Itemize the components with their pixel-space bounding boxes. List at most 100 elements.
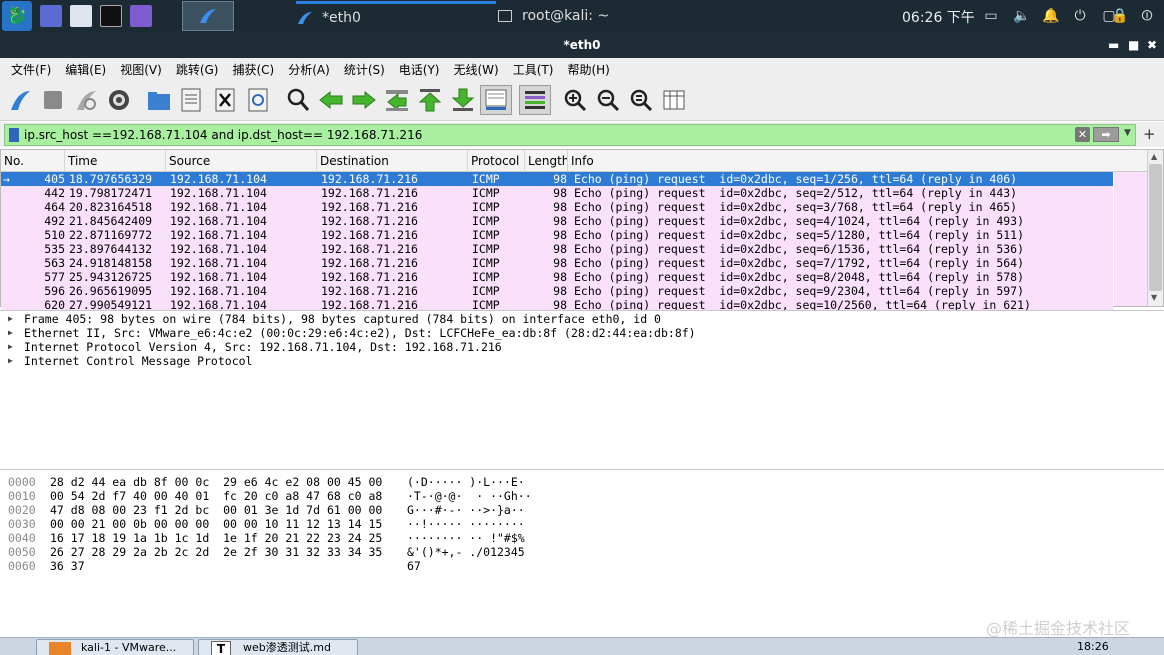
- packet-row[interactable]: 577 25.943126725 192.168.71.104 192.168.71.…: [1, 270, 1113, 284]
- expand-triangle-icon[interactable]: ▶: [8, 326, 13, 340]
- cell-time: 24.918148158: [69, 256, 153, 270]
- hex-row[interactable]: 0010 00 54 2d f7 40 00 40 01 fc 20 c0 a8 …: [0, 489, 600, 503]
- cell-time: 26.965619095: [69, 284, 153, 298]
- scroll-up-icon[interactable]: ▲: [1151, 152, 1157, 161]
- kali-menu-icon[interactable]: 🐉: [2, 1, 32, 31]
- save-file-icon[interactable]: [178, 87, 204, 113]
- open-file-icon[interactable]: [146, 87, 172, 113]
- column-info[interactable]: Info: [568, 150, 1151, 172]
- file-manager-icon[interactable]: [70, 5, 92, 27]
- hex-off: 0050: [8, 545, 36, 559]
- column-source[interactable]: Source: [166, 150, 317, 172]
- zoom-in-icon[interactable]: [562, 87, 588, 113]
- minimize-button[interactable]: ▬: [1108, 32, 1119, 58]
- start-capture-icon[interactable]: [7, 87, 33, 113]
- reload-file-icon[interactable]: [245, 87, 271, 113]
- hex-row[interactable]: 0020 47 d8 08 00 23 f1 2d bc 00 01 3e 1d …: [0, 503, 600, 517]
- menu-wireless[interactable]: 无线(W): [447, 61, 506, 78]
- column-length[interactable]: Length: [525, 150, 568, 172]
- find-packet-icon[interactable]: [285, 87, 311, 113]
- menu-capture[interactable]: 捕获(C): [225, 61, 281, 78]
- expand-triangle-icon[interactable]: ▶: [8, 312, 13, 326]
- wireshark-launcher-icon[interactable]: [182, 1, 234, 31]
- packet-list-scroll-thumb[interactable]: [1149, 164, 1162, 291]
- column-protocol[interactable]: Protocol: [468, 150, 525, 172]
- screen-capture-icon[interactable]: [130, 5, 152, 27]
- add-filter-button[interactable]: +: [1143, 125, 1156, 143]
- hex-row[interactable]: 0000 28 d2 44 ea db 8f 00 0c 29 e6 4c e2 …: [0, 475, 600, 489]
- host-task-vmware[interactable]: kali-1 - VMware...: [36, 639, 194, 655]
- menu-statistics[interactable]: 统计(S): [337, 61, 392, 78]
- capture-options-icon[interactable]: [106, 87, 132, 113]
- menu-tools[interactable]: 工具(T): [506, 61, 561, 78]
- zoom-out-icon[interactable]: [595, 87, 621, 113]
- packet-row[interactable]: 535 23.897644132 192.168.71.104 192.168.71.…: [1, 242, 1113, 256]
- apply-filter-icon[interactable]: ➡: [1093, 127, 1119, 142]
- stop-capture-icon[interactable]: [40, 87, 66, 113]
- packet-row-selected[interactable]: → 405 18.797656329 192.168.71.104 192.168.71…: [1, 172, 1113, 186]
- hex-hex: 28 d2 44 ea db 8f 00 0c 29 e6 4c e2 08 0…: [50, 475, 383, 489]
- clear-filter-icon[interactable]: ✕: [1075, 127, 1090, 142]
- go-forward-icon[interactable]: [351, 87, 377, 113]
- host-clock[interactable]: 18:26: [1077, 640, 1109, 653]
- packet-row[interactable]: 596 26.965619095 192.168.71.104 192.168.71.…: [1, 284, 1113, 298]
- menu-analyze[interactable]: 分析(A): [281, 61, 337, 78]
- task-wireshark[interactable]: *eth0: [296, 1, 496, 31]
- lock-icon[interactable]: 🔒: [1111, 8, 1128, 24]
- menu-view[interactable]: 视图(V): [113, 61, 169, 78]
- panel-clock[interactable]: 06:26 下午: [902, 7, 975, 27]
- scroll-down-icon[interactable]: ▼: [1151, 293, 1157, 302]
- display-filter-text[interactable]: ip.src_host ==192.168.71.104 and ip.dst_…: [24, 128, 422, 142]
- hex-row[interactable]: 0050 26 27 28 29 2a 2b 2c 2d 2e 2f 30 31 …: [0, 545, 600, 559]
- menu-help[interactable]: 帮助(H): [560, 61, 616, 78]
- column-time[interactable]: Time: [65, 150, 166, 172]
- terminal-icon[interactable]: [100, 5, 122, 27]
- expand-triangle-icon[interactable]: ▶: [8, 354, 13, 368]
- packet-details-pane: ▶ Frame 405: 98 bytes on wire (784 bits),…: [0, 310, 1164, 470]
- cell-info: Echo (ping) request id=0x2dbc, seq=6/153…: [574, 242, 1025, 256]
- go-first-icon[interactable]: [417, 87, 443, 113]
- terminal-small-icon: [498, 10, 512, 22]
- hex-row[interactable]: 0040 16 17 18 19 1a 1b 1c 1d 1e 1f 20 21 …: [0, 531, 600, 545]
- maximize-button[interactable]: ■: [1128, 32, 1139, 58]
- menu-go[interactable]: 跳转(G): [169, 61, 226, 78]
- notification-bell-icon[interactable]: 🔔: [1042, 8, 1059, 24]
- menu-edit[interactable]: 编辑(E): [58, 61, 113, 78]
- bookmark-icon[interactable]: [9, 128, 19, 142]
- packet-list-scrollbar[interactable]: ▲ ▼: [1147, 150, 1163, 306]
- logout-icon[interactable]: ⏼: [1139, 8, 1155, 24]
- task-terminal[interactable]: root@kali: ~: [498, 1, 698, 31]
- column-destination[interactable]: Destination: [317, 150, 468, 172]
- colorize-icon[interactable]: [519, 85, 551, 115]
- auto-scroll-icon[interactable]: [480, 85, 512, 115]
- filter-history-chevron-down-icon[interactable]: ▼: [1124, 128, 1131, 138]
- hex-row[interactable]: 0060 36 37 67: [0, 559, 600, 573]
- packet-row[interactable]: 492 21.845642409 192.168.71.104 192.168.71.…: [1, 214, 1113, 228]
- power-manager-icon[interactable]: ⏻: [1072, 8, 1088, 24]
- desktop-icon[interactable]: [40, 5, 62, 27]
- go-back-icon[interactable]: [318, 87, 344, 113]
- volume-icon[interactable]: 🔈: [1013, 8, 1030, 24]
- go-to-packet-icon[interactable]: [384, 87, 410, 113]
- packet-row[interactable]: 464 20.823164518 192.168.71.104 192.168.71.…: [1, 200, 1113, 214]
- restart-capture-icon[interactable]: [73, 87, 99, 113]
- hex-row[interactable]: 0030 00 00 21 00 0b 00 00 00 00 00 10 11 …: [0, 517, 600, 531]
- packet-row[interactable]: 510 22.871169772 192.168.71.104 192.168.71.…: [1, 228, 1113, 242]
- column-no[interactable]: No.: [1, 150, 65, 172]
- resize-columns-icon[interactable]: [661, 87, 687, 113]
- display-icon[interactable]: ▭: [983, 8, 999, 24]
- expand-triangle-icon[interactable]: ▶: [8, 340, 13, 354]
- host-task-typora[interactable]: T web渗透测试.md: [198, 639, 358, 655]
- menu-file[interactable]: 文件(F): [4, 61, 58, 78]
- display-filter-input[interactable]: ip.src_host ==192.168.71.104 and ip.dst_…: [4, 124, 1136, 146]
- normal-size-icon[interactable]: [628, 87, 654, 113]
- window-titlebar[interactable]: *eth0 ▬ ■ ✖: [0, 32, 1164, 58]
- packet-list: No. Time Source Destination Protocol Len…: [0, 149, 1164, 312]
- menu-telephony[interactable]: 电话(Y): [392, 61, 447, 78]
- go-last-icon[interactable]: [450, 87, 476, 113]
- close-button[interactable]: ✖: [1147, 32, 1157, 58]
- packet-row[interactable]: 442 19.798172471 192.168.71.104 192.168.71.…: [1, 186, 1113, 200]
- packet-row[interactable]: 563 24.918148158 192.168.71.104 192.168.71.…: [1, 256, 1113, 270]
- display-filter-bar: ip.src_host ==192.168.71.104 and ip.dst_…: [0, 122, 1164, 147]
- close-file-icon[interactable]: [212, 87, 238, 113]
